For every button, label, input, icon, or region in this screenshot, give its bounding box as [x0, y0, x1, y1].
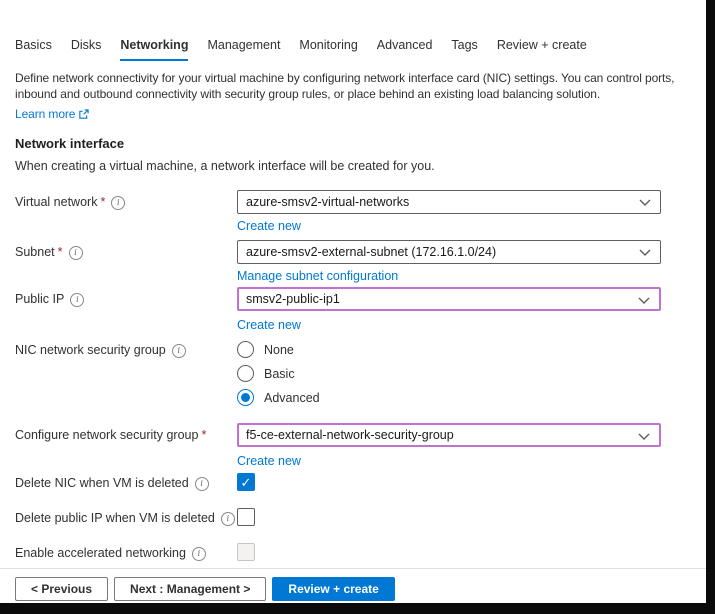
label-text: Public IP: [15, 292, 64, 306]
nic-nsg-option-none[interactable]: None: [237, 341, 294, 358]
required-asterisk: *: [58, 245, 63, 259]
tab-disks[interactable]: Disks: [71, 38, 102, 61]
chevron-down-icon: [638, 297, 650, 305]
required-asterisk: *: [201, 428, 206, 442]
learn-more-link[interactable]: Learn more: [15, 106, 89, 122]
required-asterisk: *: [100, 195, 105, 209]
section-heading: Network interface: [15, 136, 124, 151]
configure-nsg-value: f5-ce-external-network-security-group: [246, 428, 454, 442]
info-icon[interactable]: [195, 477, 209, 491]
virtual-network-label: Virtual network*: [15, 190, 125, 214]
section-description: When creating a virtual machine, a netwo…: [15, 159, 435, 173]
tab-advanced[interactable]: Advanced: [377, 38, 433, 61]
subnet-value: azure-smsv2-external-subnet (172.16.1.0/…: [246, 245, 496, 259]
configure-nsg-select[interactable]: f5-ce-external-network-security-group: [237, 423, 661, 447]
delete-public-ip-label: Delete public IP when VM is deleted: [15, 509, 235, 527]
nic-nsg-option-advanced[interactable]: Advanced: [237, 389, 320, 406]
nic-nsg-option-basic[interactable]: Basic: [237, 365, 295, 382]
learn-more-label: Learn more: [15, 106, 75, 122]
subnet-label: Subnet*: [15, 240, 83, 264]
next-management-button[interactable]: Next : Management >: [114, 577, 266, 601]
nic-nsg-label: NIC network security group: [15, 341, 186, 359]
label-text: Virtual network: [15, 195, 97, 209]
wizard-tabs: Basics Disks Networking Management Monit…: [15, 38, 587, 61]
footer-divider: [0, 568, 706, 569]
label-text: Delete NIC when VM is deleted: [15, 476, 189, 490]
create-new-nsg-link[interactable]: Create new: [237, 454, 301, 468]
tab-monitoring[interactable]: Monitoring: [299, 38, 357, 61]
info-icon[interactable]: [69, 246, 83, 260]
virtual-network-value: azure-smsv2-virtual-networks: [246, 195, 409, 209]
manage-subnet-configuration-link[interactable]: Manage subnet configuration: [237, 269, 398, 283]
networking-tab-page: Basics Disks Networking Management Monit…: [0, 0, 715, 614]
chevron-down-icon: [639, 249, 651, 257]
public-ip-value: smsv2-public-ip1: [246, 292, 340, 306]
previous-button[interactable]: < Previous: [15, 577, 108, 601]
accelerated-networking-label: Enable accelerated networking: [15, 544, 206, 562]
capture-right-edge: [706, 0, 715, 614]
intro-block: Define network connectivity for your vir…: [15, 70, 703, 122]
create-new-virtual-network-link[interactable]: Create new: [237, 219, 301, 233]
radio-basic-label: Basic: [264, 367, 295, 381]
label-text: NIC network security group: [15, 343, 166, 357]
review-create-button[interactable]: Review + create: [272, 577, 394, 601]
tab-management[interactable]: Management: [207, 38, 280, 61]
info-icon[interactable]: [111, 196, 125, 210]
radio-none[interactable]: [237, 341, 254, 358]
info-icon[interactable]: [172, 344, 186, 358]
wizard-footer: < Previous Next : Management > Review + …: [15, 577, 395, 601]
accelerated-networking-checkbox: [237, 543, 255, 561]
subnet-select[interactable]: azure-smsv2-external-subnet (172.16.1.0/…: [237, 240, 661, 264]
chevron-down-icon: [639, 199, 651, 207]
info-icon[interactable]: [70, 293, 84, 307]
delete-nic-checkbox[interactable]: [237, 473, 255, 491]
label-text: Enable accelerated networking: [15, 546, 186, 560]
radio-advanced[interactable]: [237, 389, 254, 406]
intro-description: Define network connectivity for your vir…: [15, 71, 674, 101]
configure-nsg-label: Configure network security group*: [15, 423, 206, 447]
info-icon[interactable]: [221, 512, 235, 526]
label-text: Delete public IP when VM is deleted: [15, 511, 215, 525]
tab-tags[interactable]: Tags: [451, 38, 477, 61]
virtual-network-select[interactable]: azure-smsv2-virtual-networks: [237, 190, 661, 214]
radio-basic[interactable]: [237, 365, 254, 382]
label-text: Configure network security group: [15, 428, 198, 442]
info-icon[interactable]: [192, 547, 206, 561]
radio-none-label: None: [264, 343, 294, 357]
tab-review-create[interactable]: Review + create: [497, 38, 587, 61]
radio-advanced-label: Advanced: [264, 391, 320, 405]
tab-basics[interactable]: Basics: [15, 38, 52, 61]
capture-bottom-edge: [0, 603, 715, 614]
label-text: Subnet: [15, 245, 55, 259]
delete-public-ip-checkbox[interactable]: [237, 508, 255, 526]
tab-networking[interactable]: Networking: [120, 38, 188, 61]
create-new-public-ip-link[interactable]: Create new: [237, 318, 301, 332]
public-ip-label: Public IP: [15, 287, 84, 311]
chevron-down-icon: [638, 433, 650, 441]
public-ip-select[interactable]: smsv2-public-ip1: [237, 287, 661, 311]
external-link-icon: [78, 109, 89, 120]
delete-nic-label: Delete NIC when VM is deleted: [15, 474, 209, 492]
